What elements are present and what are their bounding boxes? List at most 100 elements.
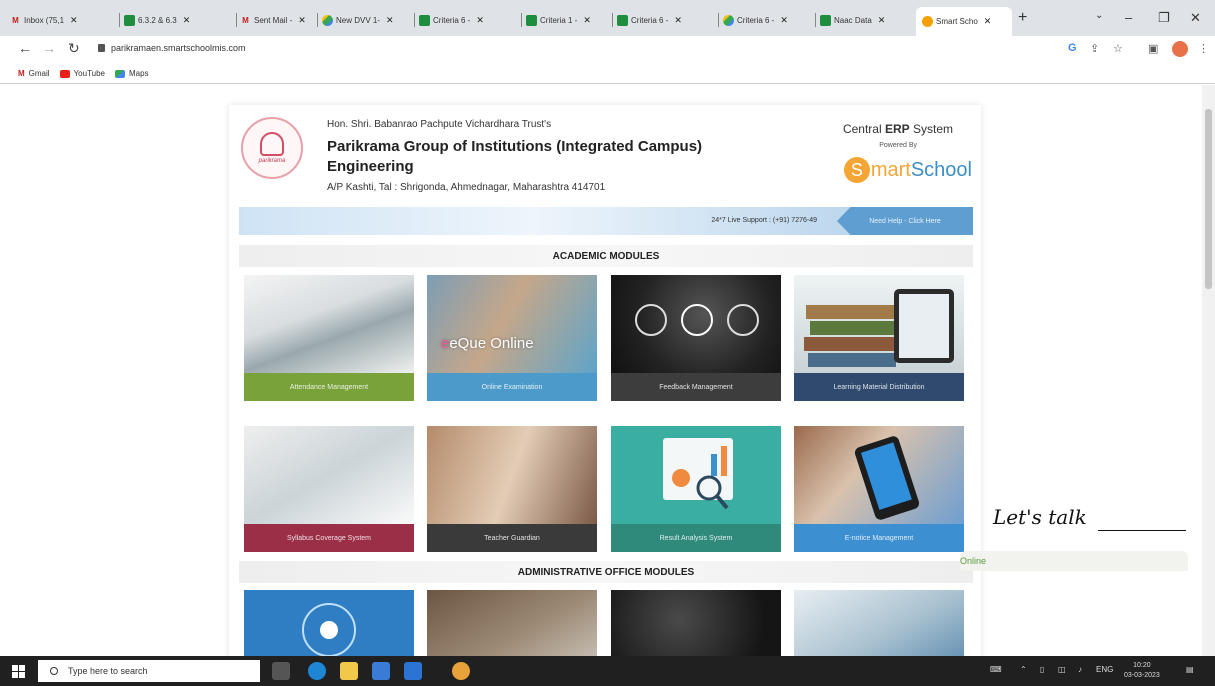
module-card-result-analysis[interactable]: Result Analysis System (611, 426, 781, 552)
chrome-icon[interactable] (452, 662, 470, 680)
browser-tab[interactable]: Criteria 1 - ✕ (526, 10, 610, 30)
notifications-icon[interactable]: ▤ (1186, 665, 1194, 674)
module-card-attendance[interactable]: Attendance Management (244, 275, 414, 401)
address-bar[interactable]: parikramaen.smartschoolmis.com (98, 43, 246, 53)
bookmark-star-icon[interactable]: ☆ (1113, 42, 1123, 55)
browser-tab[interactable]: Criteria 6 - ✕ (419, 10, 519, 30)
youtube-icon (59, 69, 70, 78)
volume-icon[interactable]: ♪ (1078, 665, 1082, 674)
module-label: Teacher Guardian (427, 524, 597, 552)
feedback-image (611, 275, 781, 373)
close-tab-icon[interactable]: ✕ (386, 15, 394, 26)
back-icon[interactable]: ← (18, 40, 32, 56)
smartschool-icon (922, 16, 933, 27)
google-icon[interactable]: G (1068, 42, 1077, 54)
maximize-button[interactable]: ❐ (1158, 10, 1170, 26)
sheets-icon (124, 14, 135, 26)
bookmark-youtube[interactable]: YouTube (59, 69, 105, 78)
mail-icon[interactable] (404, 662, 422, 680)
module-label: Attendance Management (244, 373, 414, 401)
browser-tab[interactable]: Criteria 6 - ✕ (723, 10, 813, 30)
edge-icon[interactable] (308, 662, 326, 680)
lets-talk-prompt[interactable]: Let's talk (993, 505, 1087, 529)
scrollbar-thumb[interactable] (1205, 109, 1212, 289)
bookmark-gmail[interactable]: M Gmail (18, 69, 50, 78)
module-label: Syllabus Coverage System (244, 524, 414, 552)
institution-address: A/P Kashti, Tal : Shrigonda, Ahmednagar,… (327, 182, 606, 193)
windows-taskbar: Type here to search ⌨ ⌃ ▯ ◫ ♪ ENG 10:20 0… (0, 656, 1215, 686)
module-card-feedback[interactable]: Feedback Management (611, 275, 781, 401)
close-tab-icon[interactable]: ✕ (583, 15, 591, 26)
bookmarks-bar: M Gmail YouTube Maps (0, 64, 1215, 84)
browser-tab-active[interactable]: Smart Scho ✕ (916, 7, 1012, 36)
taskbar-search-box[interactable]: Type here to search (38, 660, 260, 682)
institution-title: Parikrama Group of Institutions (Integra… (327, 138, 703, 175)
emblem-icon (260, 132, 284, 156)
need-help-button[interactable]: Need Help - Click Here (837, 207, 973, 235)
minimize-button[interactable]: – (1125, 10, 1132, 25)
page-scrollbar[interactable] (1202, 85, 1215, 656)
close-window-button[interactable]: ✕ (1190, 10, 1201, 26)
syllabus-image (244, 426, 414, 524)
module-card-learning-material[interactable]: Learning Material Distribution (794, 275, 964, 401)
browser-tab[interactable]: Naac Data ✕ (820, 10, 914, 30)
admin-idea-image (611, 590, 781, 656)
keyboard-icon[interactable]: ⌨ (990, 665, 1002, 674)
browser-tab[interactable]: M Sent Mail - ✕ (240, 10, 314, 30)
profile-avatar[interactable] (1172, 41, 1188, 57)
share-icon[interactable]: ⇪ (1090, 42, 1099, 55)
sheets-icon (820, 14, 831, 26)
main-content: parikrama Hon. Shri. Babanrao Pachpute V… (229, 105, 981, 656)
tray-chevron-icon[interactable]: ⌃ (1020, 665, 1027, 674)
module-label: Result Analysis System (611, 524, 781, 552)
sheets-icon (617, 14, 628, 26)
windows-start-icon[interactable] (12, 665, 25, 678)
battery-icon[interactable]: ▯ (1040, 665, 1044, 674)
drive-icon (723, 14, 734, 26)
new-tab-button[interactable]: + (1018, 9, 1027, 27)
close-tab-icon[interactable]: ✕ (878, 15, 886, 26)
module-label: Online Examination (427, 373, 597, 401)
store-icon[interactable] (372, 662, 390, 680)
side-panel-icon[interactable]: ▣ (1148, 42, 1158, 55)
close-tab-icon[interactable]: ✕ (984, 16, 992, 27)
close-tab-icon[interactable]: ✕ (298, 15, 306, 26)
lets-talk-underline (1098, 530, 1186, 531)
file-explorer-icon[interactable] (340, 662, 358, 680)
reload-icon[interactable]: ↻ (68, 40, 80, 57)
module-card-teacher-guardian[interactable]: Teacher Guardian (427, 426, 597, 552)
gmail-icon: M (18, 69, 25, 78)
browser-tab[interactable]: Criteria 6 - ✕ (617, 10, 717, 30)
browser-toolbar: ← → ↻ parikramaen.smartschoolmis.com G ⇪… (0, 36, 1215, 64)
sheets-icon (419, 14, 430, 26)
browser-tab[interactable]: M Inbox (75,1 ✕ (10, 10, 118, 30)
tab-search-icon[interactable]: ⌄ (1095, 10, 1103, 21)
browser-tab[interactable]: 6.3.2 & 6.3 ✕ (124, 10, 234, 30)
browser-tab[interactable]: New DVV 1- ✕ (322, 10, 406, 30)
system-clock[interactable]: 10:20 03-03-2023 (1124, 661, 1160, 681)
menu-icon[interactable]: ⋮ (1198, 42, 1209, 55)
module-card-admin-3[interactable] (611, 590, 781, 656)
close-tab-icon[interactable]: ✕ (70, 15, 78, 26)
network-icon[interactable]: ◫ (1058, 665, 1066, 674)
forward-icon[interactable]: → (42, 40, 56, 56)
close-tab-icon[interactable]: ✕ (780, 15, 788, 26)
feedback-faces-icon (635, 304, 759, 336)
module-card-online-exam[interactable]: eeQue Online Online Examination (427, 275, 597, 401)
module-card-admin-4[interactable] (794, 590, 964, 656)
module-card-enotice[interactable]: E-notice Management (794, 426, 964, 552)
close-tab-icon[interactable]: ✕ (476, 15, 484, 26)
module-card-admin-1[interactable] (244, 590, 414, 656)
module-card-admin-2[interactable] (427, 590, 597, 656)
chat-status-bar[interactable]: Online (960, 551, 1188, 571)
smart-school-logo: Smart School (843, 157, 972, 183)
language-indicator[interactable]: ENG (1096, 665, 1113, 674)
task-view-icon[interactable] (272, 662, 290, 680)
online-exam-image (427, 275, 597, 373)
close-tab-icon[interactable]: ✕ (674, 15, 682, 26)
browser-tab-strip: M Inbox (75,1 ✕ 6.3.2 & 6.3 ✕ M Sent Mail - ✕… (0, 0, 1215, 36)
bookmark-maps[interactable]: Maps (115, 69, 149, 78)
module-card-syllabus[interactable]: Syllabus Coverage System (244, 426, 414, 552)
close-tab-icon[interactable]: ✕ (183, 15, 191, 26)
learning-material-image (794, 275, 964, 373)
